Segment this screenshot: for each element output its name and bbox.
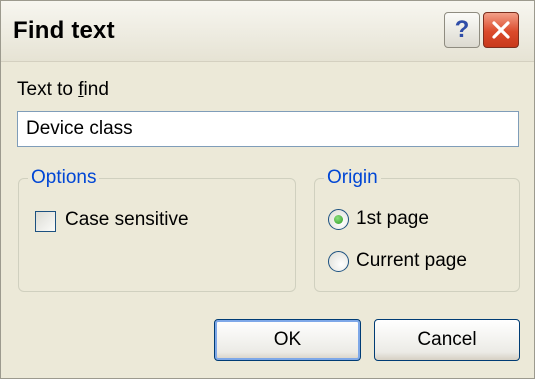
help-button[interactable]: ?: [444, 12, 480, 48]
label-prefix: Text to: [17, 79, 79, 100]
ok-button[interactable]: OK: [214, 319, 361, 361]
radio-1st-page-label[interactable]: 1st page: [356, 208, 429, 230]
close-button[interactable]: [483, 12, 519, 48]
text-to-find-input[interactable]: Device class: [17, 111, 519, 147]
case-sensitive-checkbox[interactable]: [35, 211, 56, 232]
radio-1st-page[interactable]: [328, 209, 349, 230]
radio-current-page[interactable]: [328, 251, 349, 272]
options-group-label: Options: [28, 167, 100, 189]
origin-group-label: Origin: [324, 167, 381, 189]
case-sensitive-label[interactable]: Case sensitive: [65, 209, 189, 231]
text-to-find-label: Text to find: [17, 79, 109, 101]
dialog-title: Find text: [13, 17, 115, 44]
help-question-icon: ?: [454, 16, 470, 43]
origin-groupbox: [314, 178, 520, 292]
cancel-button[interactable]: Cancel: [374, 319, 520, 361]
find-text-dialog: Find text ? Text to find Device class Op…: [0, 0, 535, 379]
label-suffix: ind: [83, 79, 109, 100]
radio-selected-dot: [334, 215, 343, 224]
radio-current-page-label[interactable]: Current page: [356, 250, 467, 272]
title-bar[interactable]: Find text ?: [1, 1, 534, 62]
close-x-icon: [492, 21, 510, 39]
options-groupbox: [18, 178, 296, 292]
